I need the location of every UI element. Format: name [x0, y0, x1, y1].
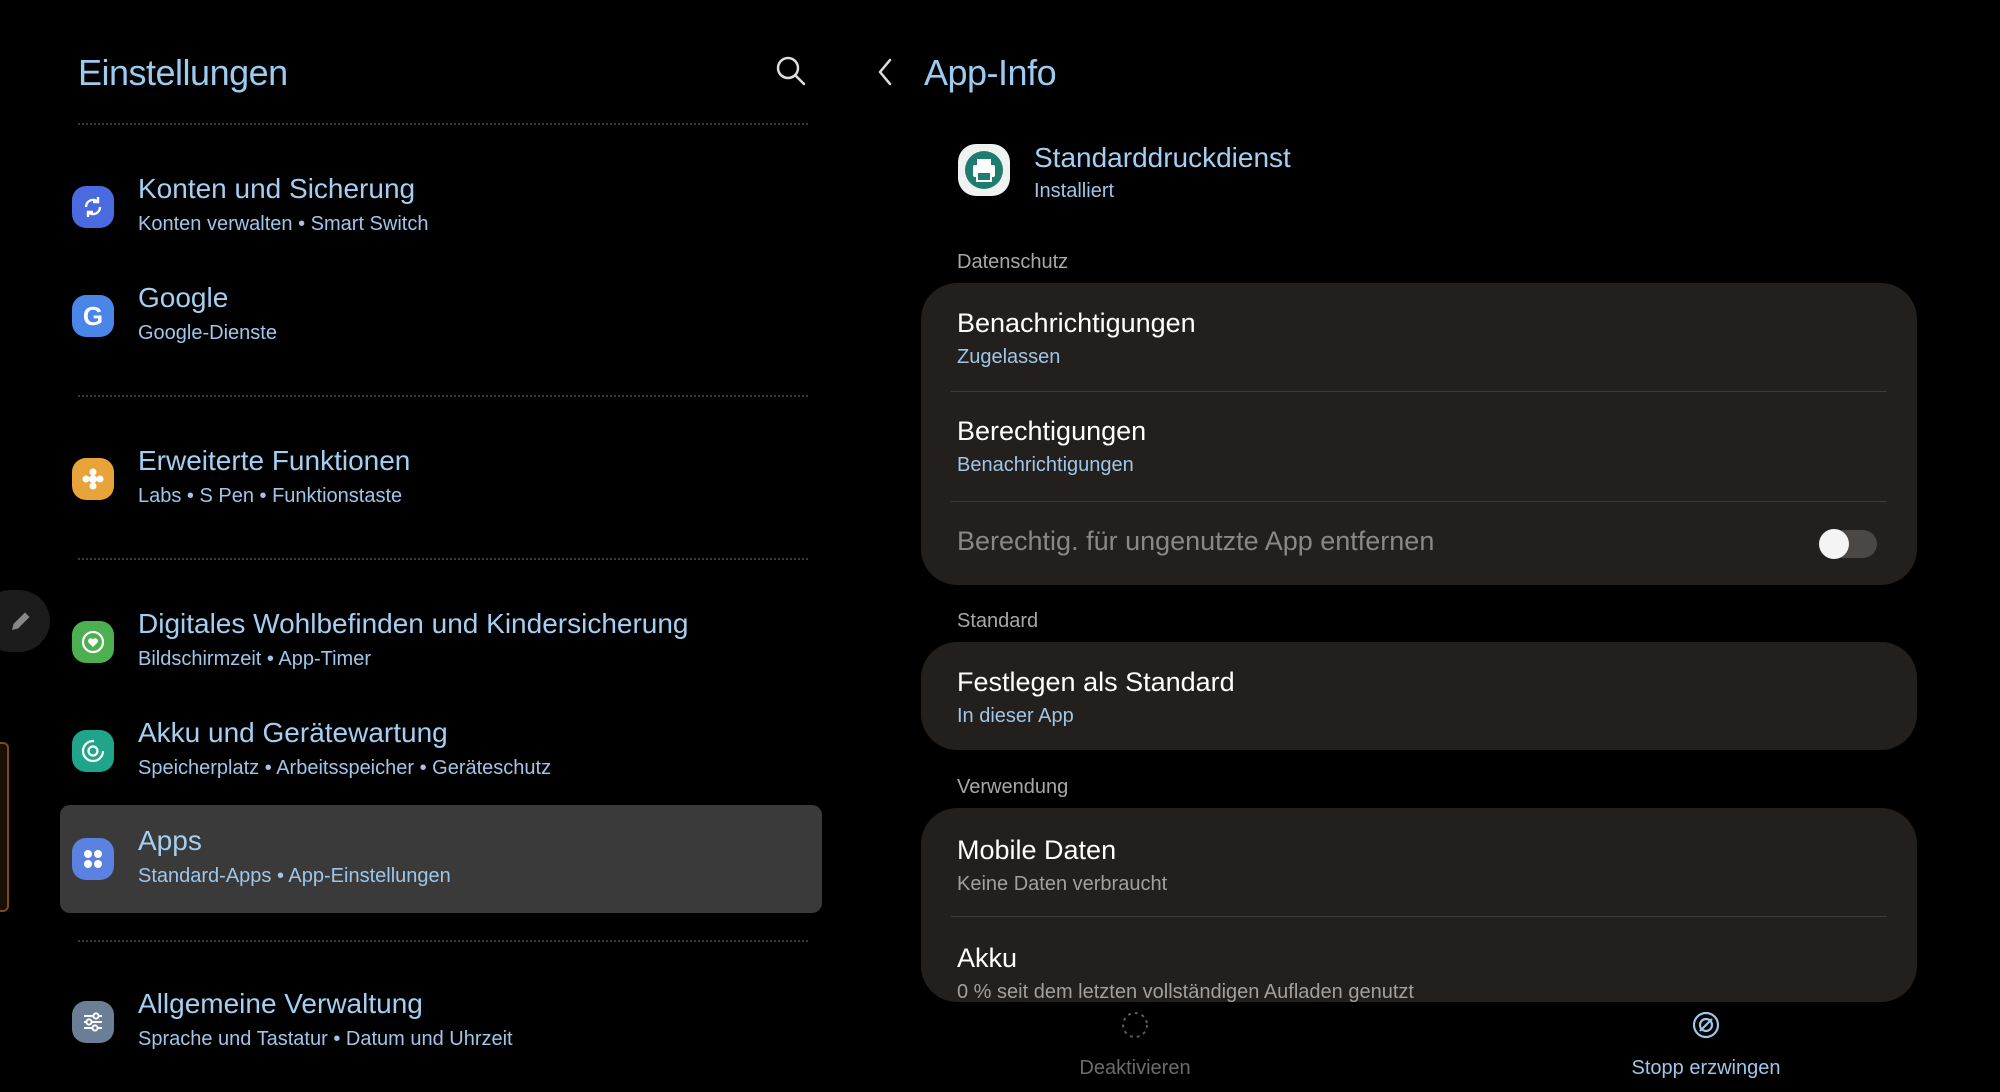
- toggle-knob: [1819, 529, 1849, 559]
- force-stop-button[interactable]: Stopp erzwingen: [1606, 1010, 1806, 1080]
- permissions-row[interactable]: Berechtigungen Benachrichtigungen: [921, 392, 1917, 500]
- force-stop-icon: [1692, 1011, 1720, 1039]
- page-title: App-Info: [924, 52, 1057, 93]
- row-title: Festlegen als Standard: [957, 667, 1235, 697]
- row-title: Benachrichtigungen: [957, 308, 1196, 338]
- deactivate-button[interactable]: Deaktivieren: [1035, 1010, 1235, 1080]
- set-as-default-row[interactable]: Festlegen als Standard In dieser App: [921, 642, 1917, 750]
- item-subtitle: Labs • S Pen • Funktionstaste: [138, 485, 403, 507]
- search-icon[interactable]: [774, 54, 808, 88]
- row-title: Mobile Daten: [957, 835, 1117, 865]
- item-subtitle: Google-Dienste: [138, 322, 277, 344]
- section-privacy: Datenschutz: [957, 251, 1069, 273]
- row-subtitle: Zugelassen: [957, 346, 1061, 368]
- app-info-pane: App-Info Standarddruckdienst Installiert…: [840, 0, 2000, 1092]
- google-icon: G: [72, 295, 114, 337]
- item-title: Konten und Sicherung: [138, 173, 416, 204]
- battery-care-icon: [72, 730, 114, 772]
- item-subtitle: Bildschirmzeit • App-Timer: [138, 648, 371, 670]
- section-default: Standard: [957, 610, 1039, 632]
- item-subtitle: Konten verwalten • Smart Switch: [138, 213, 429, 235]
- settings-item-wellbeing[interactable]: Digitales Wohlbefinden und Kindersicheru…: [60, 588, 822, 696]
- printer-icon: [958, 144, 1010, 196]
- row-title: Berechtigungen: [957, 416, 1147, 446]
- item-title: Allgemeine Verwaltung: [138, 988, 423, 1019]
- remove-unused-permissions-row[interactable]: Berechtig. für ungenutzte App entfernen: [921, 502, 1917, 585]
- item-subtitle: Standard-Apps • App-Einstellungen: [138, 865, 451, 887]
- notifications-row[interactable]: Benachrichtigungen Zugelassen: [921, 283, 1917, 391]
- row-subtitle: 0 % seit dem letzten vollständigen Aufla…: [957, 981, 1414, 1003]
- item-title: Google: [138, 282, 229, 313]
- battery-row[interactable]: Akku 0 % seit dem letzten vollständigen …: [921, 917, 1917, 1003]
- item-subtitle: Speicherplatz • Arbeitsspeicher • Geräte…: [138, 757, 552, 779]
- deactivate-icon: [1122, 1012, 1148, 1038]
- divider: [78, 940, 808, 942]
- settings-item-general[interactable]: Allgemeine Verwaltung Sprache und Tastat…: [60, 968, 822, 1076]
- section-usage: Verwendung: [957, 776, 1069, 798]
- settings-list-pane: Einstellungen Konten und Sicherung Konte…: [0, 0, 840, 1092]
- item-title: Akku und Gerätewartung: [138, 717, 448, 748]
- settings-item-advanced[interactable]: Erweiterte Funktionen Labs • S Pen • Fun…: [60, 425, 822, 533]
- remove-permissions-toggle[interactable]: [1819, 529, 1877, 559]
- row-title: Akku: [957, 943, 1018, 973]
- item-title: Digitales Wohlbefinden und Kindersicheru…: [138, 608, 689, 639]
- app-name: Standarddruckdienst: [1034, 142, 1291, 173]
- back-arrow-icon[interactable]: [870, 52, 900, 92]
- settings-item-apps[interactable]: Apps Standard-Apps • App-Einstellungen: [60, 805, 822, 913]
- mobile-data-row[interactable]: Mobile Daten Keine Daten verbraucht: [921, 808, 1917, 916]
- item-subtitle: Sprache und Tastatur • Datum und Uhrzeit: [138, 1028, 513, 1050]
- row-title: Berechtig. für ungenutzte App entfernen: [957, 526, 1435, 556]
- settings-item-battery-care[interactable]: Akku und Gerätewartung Speicherplatz • A…: [60, 697, 822, 805]
- settings-title: Einstellungen: [78, 52, 288, 93]
- sliders-icon: [72, 1001, 114, 1043]
- edge-panel-edit-button[interactable]: [0, 590, 50, 652]
- row-subtitle: In dieser App: [957, 705, 1074, 727]
- edge-panel-handle[interactable]: [0, 742, 9, 912]
- divider: [78, 123, 808, 125]
- app-status: Installiert: [1034, 180, 1115, 202]
- divider: [78, 395, 808, 397]
- puzzle-icon: [72, 458, 114, 500]
- sync-icon: [72, 186, 114, 228]
- usage-card: Mobile Daten Keine Daten verbraucht Akku…: [921, 808, 1917, 1003]
- row-subtitle: Keine Daten verbraucht: [957, 873, 1168, 895]
- default-card: Festlegen als Standard In dieser App: [921, 642, 1917, 750]
- item-title: Apps: [138, 825, 202, 856]
- pencil-icon: [12, 612, 30, 630]
- row-subtitle: Benachrichtigungen: [957, 454, 1134, 476]
- force-stop-label: Stopp erzwingen: [1631, 1057, 1781, 1079]
- heart-icon: [72, 621, 114, 663]
- privacy-card: Benachrichtigungen Zugelassen Berechtigu…: [921, 283, 1917, 585]
- settings-item-google[interactable]: G Google Google-Dienste: [60, 262, 822, 370]
- deactivate-label: Deaktivieren: [1079, 1057, 1191, 1079]
- settings-item-accounts[interactable]: Konten und Sicherung Konten verwalten • …: [60, 153, 822, 261]
- divider: [78, 558, 808, 560]
- apps-icon: [72, 838, 114, 880]
- item-title: Erweiterte Funktionen: [138, 445, 411, 476]
